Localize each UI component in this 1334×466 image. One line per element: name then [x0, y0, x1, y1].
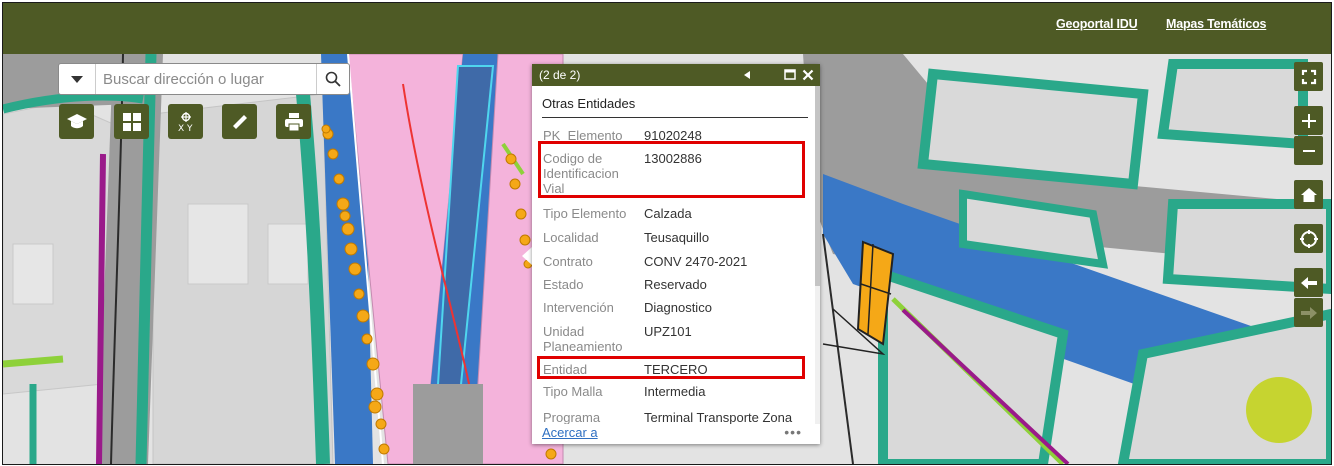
- xy-coordinates-icon: XY: [178, 111, 193, 133]
- search-box: [58, 63, 350, 95]
- attr-value-intervencion: Diagnostico: [644, 300, 712, 315]
- close-icon[interactable]: [802, 69, 814, 81]
- zoom-out-icon: [1302, 149, 1315, 152]
- fullscreen-button[interactable]: [1294, 62, 1323, 91]
- attr-label-estado: Estado: [543, 277, 584, 292]
- attr-label-programa: Programa: [543, 410, 601, 424]
- building: [187, 203, 249, 285]
- attr-label-contrato: Contrato: [543, 254, 593, 269]
- building-block: [1157, 59, 1308, 150]
- print-tool-button[interactable]: [276, 104, 311, 139]
- graduation-cap-icon: [66, 113, 87, 128]
- road-gray: [413, 384, 483, 464]
- fullscreen-icon: [1301, 69, 1316, 84]
- green-strip: [3, 355, 64, 368]
- attr-value-localidad: Teusaquillo: [644, 230, 710, 245]
- attr-label-localidad: Localidad: [543, 230, 599, 245]
- home-button[interactable]: [1294, 180, 1323, 209]
- attr-label-unidad-planeamiento: Unidad Planeamiento: [543, 324, 623, 354]
- zoom-to-link[interactable]: Acercar a: [542, 425, 598, 440]
- popup-title-divider: [542, 117, 808, 118]
- building: [267, 223, 309, 285]
- layers-tool-button[interactable]: [114, 104, 149, 139]
- home-icon: [1300, 187, 1317, 202]
- popup-header: (2 de 2): [532, 64, 820, 86]
- search-icon: [325, 71, 341, 87]
- attr-value-tipo-malla: Intermedia: [644, 384, 706, 399]
- attr-value-estado: Reservado: [644, 277, 707, 292]
- back-arrow-icon: [1300, 276, 1317, 289]
- feature-popup: (2 de 2) Otras Entidades PK_Elemento 910…: [532, 64, 820, 444]
- zoom-in-button[interactable]: [1294, 106, 1323, 135]
- popup-scrollbar[interactable]: [815, 86, 820, 424]
- search-button[interactable]: [316, 64, 349, 94]
- popup-footer: Acercar a •••: [532, 424, 820, 444]
- svg-text:X: X: [178, 124, 184, 133]
- locate-button[interactable]: [1294, 224, 1323, 253]
- measure-tool-button[interactable]: [222, 104, 257, 139]
- coordinates-tool-button[interactable]: XY: [168, 104, 203, 139]
- top-header-bar: Geoportal IDU Mapas Temáticos: [3, 3, 1331, 54]
- attr-value-programa: Terminal Transporte Zona: [644, 410, 793, 424]
- mapas-tematicos-link[interactable]: Mapas Temáticos: [1166, 17, 1266, 31]
- app-frame: Geoportal IDU Mapas Temáticos Buscar dir…: [2, 2, 1332, 465]
- attr-label-intervencion: Intervención: [543, 300, 614, 315]
- attr-value-tipo-elemento: Calzada: [644, 206, 692, 221]
- search-input[interactable]: [103, 69, 323, 89]
- attr-value-contrato: CONV 2470-2021: [644, 254, 748, 269]
- building-block: [917, 68, 1149, 190]
- previous-feature-icon[interactable]: [742, 70, 752, 80]
- printer-icon: [284, 112, 303, 131]
- previous-extent-button[interactable]: [1294, 268, 1323, 297]
- popup-feature-counter: (2 de 2): [539, 68, 581, 82]
- popup-scroll-thumb[interactable]: [815, 86, 820, 286]
- svg-text:Y: Y: [186, 124, 193, 133]
- locate-icon: [1299, 229, 1318, 248]
- highlight-entidad: [537, 356, 805, 379]
- maximize-icon[interactable]: [784, 69, 796, 80]
- zoom-out-button[interactable]: [1294, 136, 1323, 165]
- popup-pointer: [522, 247, 532, 265]
- next-extent-button[interactable]: [1294, 298, 1323, 327]
- forward-arrow-icon: [1300, 306, 1317, 319]
- geoportal-idu-link[interactable]: Geoportal IDU: [1056, 17, 1138, 31]
- highlight-codigo-identificacion-vial: [538, 141, 805, 198]
- attr-label-tipo-elemento: Tipo Elemento: [543, 206, 627, 221]
- attr-label-tipo-malla: Tipo Malla: [543, 384, 603, 399]
- attr-value-unidad-planeamiento: UPZ101: [644, 324, 692, 339]
- grid-icon: [122, 112, 141, 131]
- building: [12, 243, 54, 305]
- ruler-icon: [232, 114, 247, 129]
- cycle-lane: [96, 153, 106, 464]
- basemap-tool-button[interactable]: [59, 104, 94, 139]
- accent-circle: [1246, 377, 1312, 443]
- popup-layer-title: Otras Entidades: [542, 96, 636, 111]
- search-source-dropdown[interactable]: [59, 64, 96, 94]
- more-actions-button[interactable]: •••: [784, 424, 802, 440]
- zoom-in-icon: [1301, 113, 1316, 128]
